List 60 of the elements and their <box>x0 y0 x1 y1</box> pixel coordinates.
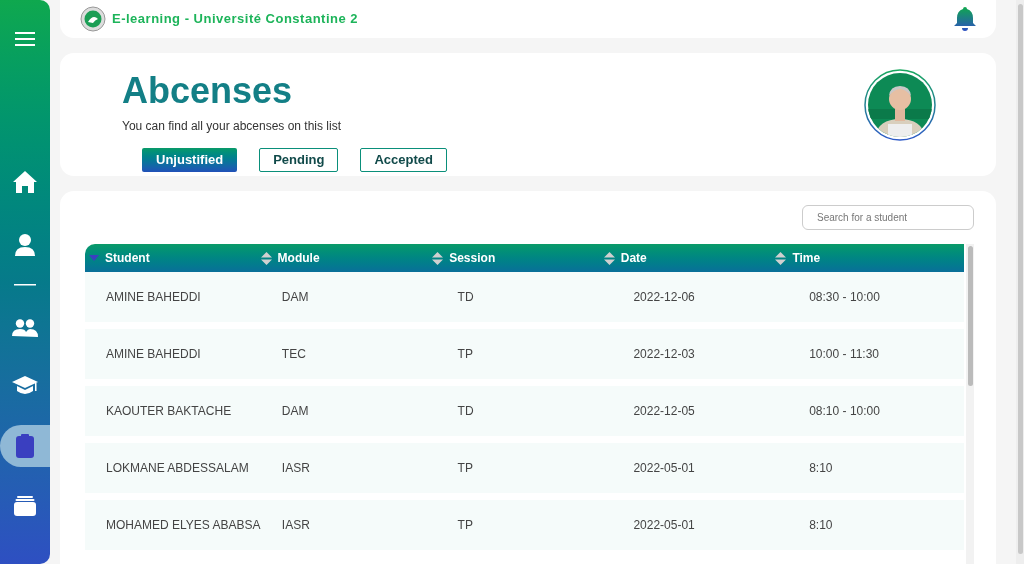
group-icon <box>12 319 38 337</box>
table-cell-text: AMINE BAHEDDI <box>105 346 202 363</box>
table-cell-text: 2022-12-03 <box>632 346 696 363</box>
table-cell-text: 2022-05-01 <box>632 460 696 477</box>
column-header[interactable]: Module <box>277 249 320 267</box>
graduation-cap-icon <box>12 376 38 396</box>
table-cell-text: TD <box>456 289 475 306</box>
table-cell-text: 10:00 - 11:30 <box>808 346 881 363</box>
menu-icon <box>15 32 35 46</box>
sidebar-item[interactable] <box>0 425 50 467</box>
table-cell-text: 08:10 - 10:00 <box>808 403 881 420</box>
scrollbar[interactable] <box>966 244 974 564</box>
page-subtitle: You can find all your abcenses on this list <box>122 118 343 136</box>
table-cell-text: TD <box>456 403 475 420</box>
site-title: E-learning - Université Constantine 2 <box>112 10 359 29</box>
table-row[interactable]: MOHAMED ELYES ABABSA IASR TP 2022-05-01 8:10 <box>85 500 964 550</box>
table-cell-text: TP <box>456 346 474 363</box>
table-row[interactable]: KAOUTER BAKTACHE DAM TD 2022-12-05 08:10 - 10:00 <box>85 386 964 436</box>
column-header[interactable]: Session <box>449 249 496 267</box>
page-title: Abcenses <box>122 71 294 112</box>
filter-tab[interactable]: Accepted <box>360 148 447 173</box>
table-cell-text: 2022-12-05 <box>632 403 696 420</box>
page-scrollbar[interactable] <box>1016 0 1024 564</box>
notification-bell-icon[interactable] <box>954 7 976 32</box>
sort-descending-icon[interactable] <box>89 255 99 261</box>
table-cell-text: TP <box>456 517 474 534</box>
sort-icon[interactable] <box>260 251 272 265</box>
table-cell-text: DAM <box>280 289 310 306</box>
column-header[interactable]: Date <box>620 249 647 267</box>
table-cell-text: IASR <box>280 517 311 534</box>
clipboard-icon <box>16 434 34 458</box>
table-cell-text: 2022-12-06 <box>632 289 696 306</box>
search-field[interactable]: Search for a student <box>802 205 974 230</box>
table-cell-text: MOHAMED ELYES ABABSA <box>105 517 261 534</box>
sort-icon[interactable] <box>775 251 787 265</box>
home-icon <box>13 171 37 193</box>
table-cell-text: 2022-05-01 <box>632 517 696 534</box>
stack-icon <box>14 496 36 516</box>
column-header[interactable]: Time <box>792 249 821 267</box>
table-row[interactable]: AMINE BAHEDDI TEC TP 2022-12-03 10:00 - 11:30 <box>85 329 964 379</box>
table-cell-text: 8:10 <box>808 460 834 477</box>
university-logo-icon <box>80 6 106 33</box>
filter-tab[interactable]: Unjustified <box>142 148 238 173</box>
table-cell-text: 08:30 - 10:00 <box>808 289 881 306</box>
table-cell-text: TEC <box>280 346 307 363</box>
table-row[interactable]: AMINE BAHEDDI DAM TD 2022-12-06 08:30 - 10:00 <box>85 272 964 322</box>
table-cell-text: 8:10 <box>808 517 834 534</box>
sidebar-divider <box>14 284 36 286</box>
filter-tab[interactable]: Pending <box>259 148 339 173</box>
table-cell-text: AMINE BAHEDDI <box>105 289 202 306</box>
user-icon <box>15 234 35 256</box>
table-cell-text: IASR <box>280 460 311 477</box>
table-cell-text: LOKMANE ABDESSALAM <box>105 460 250 477</box>
column-header[interactable]: Student <box>105 249 150 267</box>
sort-icon[interactable] <box>603 251 615 265</box>
sort-icon[interactable] <box>432 251 444 265</box>
table-cell-text: TP <box>456 460 474 477</box>
table-row[interactable]: LOKMANE ABDESSALAM IASR TP 2022-05-01 8:10 <box>85 443 964 493</box>
table-cell-text: KAOUTER BAKTACHE <box>105 403 233 420</box>
table-cell-text: DAM <box>280 403 310 420</box>
